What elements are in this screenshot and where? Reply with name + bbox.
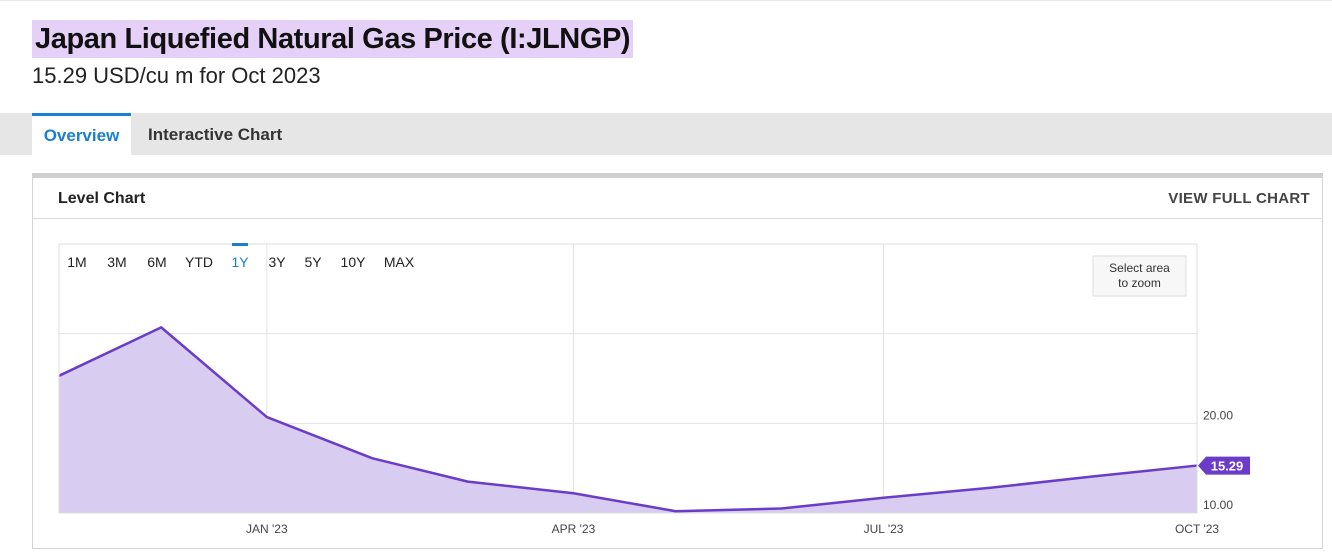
level-chart[interactable]: 1M 3M 6M YTD 1Y 3Y 5Y 10Y MAX Select area to zoo… <box>0 0 1332 558</box>
price-area-fill <box>59 327 1197 513</box>
x-axis-ticks: JAN '23 APR '23 JUL '23 OCT '23 <box>246 522 1219 536</box>
range-button-1y[interactable]: 1Y <box>231 254 249 270</box>
range-button-5y[interactable]: 5Y <box>304 254 322 270</box>
x-tick-label: JAN '23 <box>246 522 288 536</box>
range-button-10y[interactable]: 10Y <box>341 254 367 270</box>
range-button-3m[interactable]: 3M <box>107 254 126 270</box>
range-button-max[interactable]: MAX <box>384 254 415 270</box>
y-tick-label: 20.00 <box>1203 408 1233 422</box>
range-selector: 1M 3M 6M YTD 1Y 3Y 5Y 10Y MAX <box>67 243 415 270</box>
active-range-indicator <box>232 243 248 246</box>
zoom-hint-line-1: Select area <box>1109 261 1170 275</box>
select-area-to-zoom-hint[interactable]: Select area to zoom <box>1092 255 1187 297</box>
x-tick-label: JUL '23 <box>864 522 904 536</box>
range-button-ytd[interactable]: YTD <box>185 254 213 270</box>
x-tick-label: APR '23 <box>552 522 596 536</box>
last-value-marker: 15.29 <box>1198 456 1250 475</box>
zoom-hint-line-2: to zoom <box>1118 276 1161 290</box>
last-value-label: 15.29 <box>1211 459 1244 474</box>
y-tick-label: 10.00 <box>1203 498 1233 512</box>
range-button-3y[interactable]: 3Y <box>268 254 286 270</box>
x-tick-label: OCT '23 <box>1175 522 1219 536</box>
range-button-6m[interactable]: 6M <box>147 254 166 270</box>
range-button-1m[interactable]: 1M <box>67 254 86 270</box>
